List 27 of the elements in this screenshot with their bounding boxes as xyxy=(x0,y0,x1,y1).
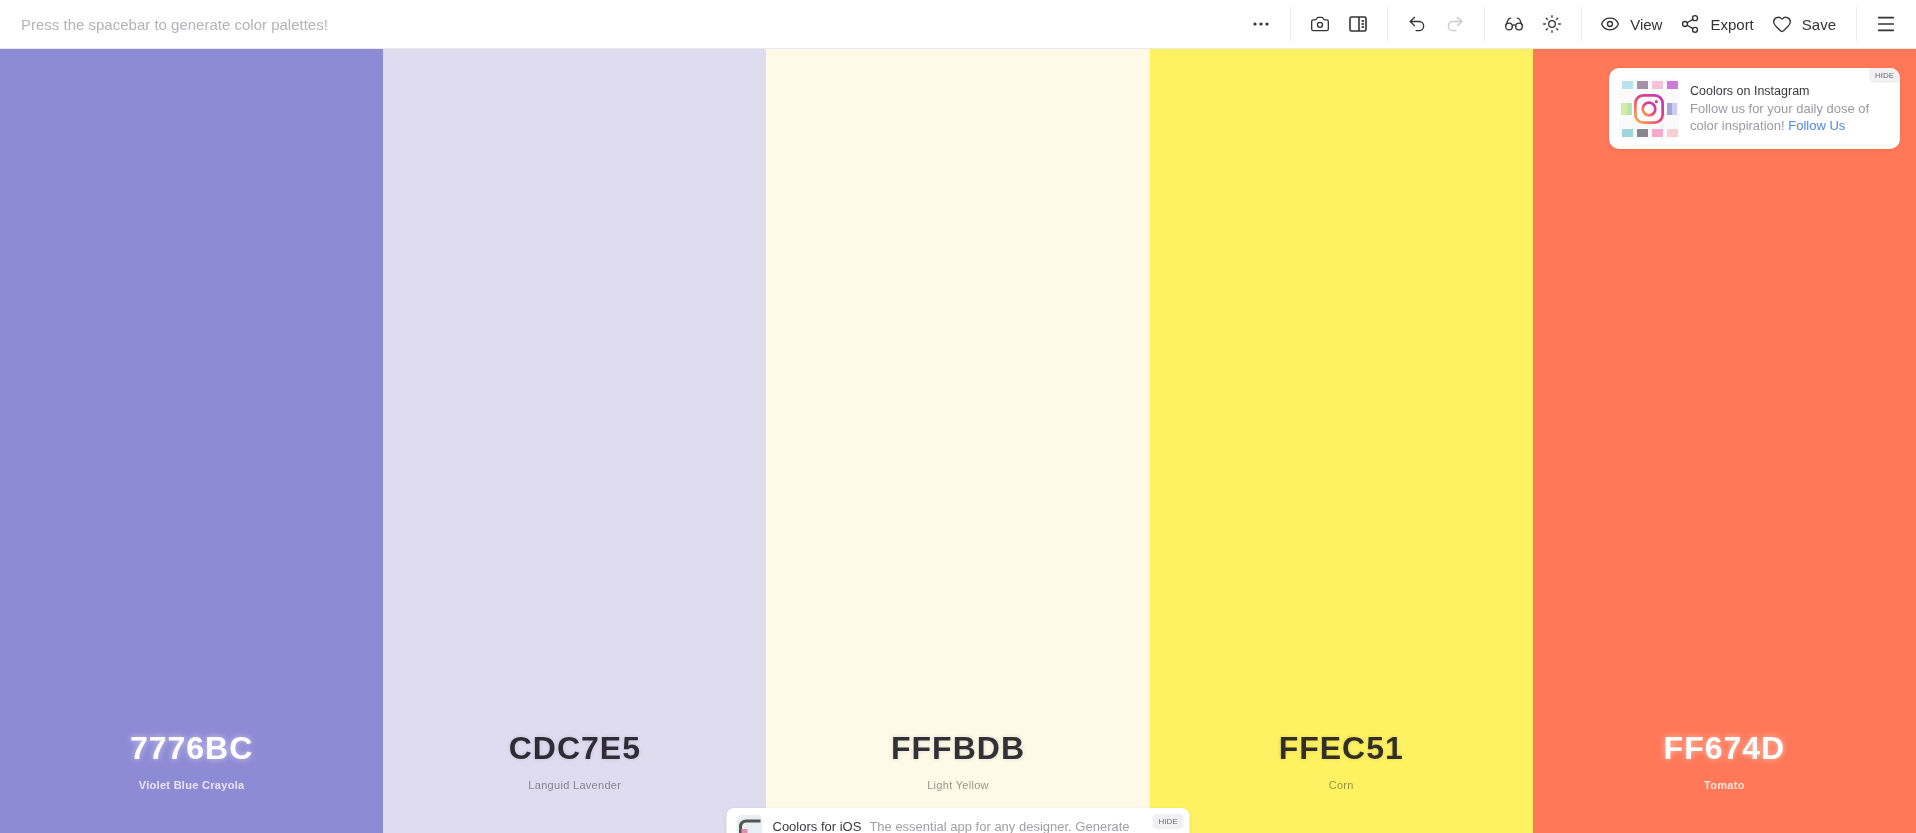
color-name: Languid Lavender xyxy=(528,779,622,791)
hex-code[interactable]: FFFBDB xyxy=(891,729,1025,767)
side-panel-icon xyxy=(1349,16,1368,32)
sun-icon xyxy=(1542,14,1563,34)
camera-logo-icon xyxy=(1634,93,1664,124)
color-name: Tomato xyxy=(1704,779,1745,791)
action-button[interactable]: Save xyxy=(1763,5,1844,43)
app-thumbnail-icon xyxy=(736,815,763,833)
card-title: Coolors on Instagram xyxy=(1690,83,1811,98)
hide-button[interactable]: HIDE xyxy=(1868,68,1900,83)
hex-code[interactable]: CDC7E5 xyxy=(508,729,641,767)
card-text: Follow us for your daily dose of color inspiration! Follow Us xyxy=(1690,99,1871,134)
share-icon xyxy=(1680,14,1701,34)
camera-icon xyxy=(1310,14,1331,34)
hide-button[interactable]: HIDE xyxy=(1152,814,1184,829)
card-text: The essential app for any designer. Generate xyxy=(869,819,1130,833)
action-button[interactable]: Export xyxy=(1672,5,1762,43)
action-button[interactable]: View xyxy=(1592,5,1671,43)
hint-text: Press the spacebar to generate color palettes! xyxy=(21,15,328,33)
color-name: Violet Blue Crayola xyxy=(138,779,245,791)
color-name: Corn xyxy=(1328,779,1354,791)
follow-link[interactable]: Follow Us xyxy=(1788,117,1846,133)
card-title: Coolors for iOS xyxy=(772,819,862,833)
hex-code[interactable]: FFEC51 xyxy=(1278,729,1404,767)
more-icon xyxy=(1253,22,1270,26)
heart-icon xyxy=(1771,14,1792,34)
color-name: Light Yellow xyxy=(927,779,989,791)
